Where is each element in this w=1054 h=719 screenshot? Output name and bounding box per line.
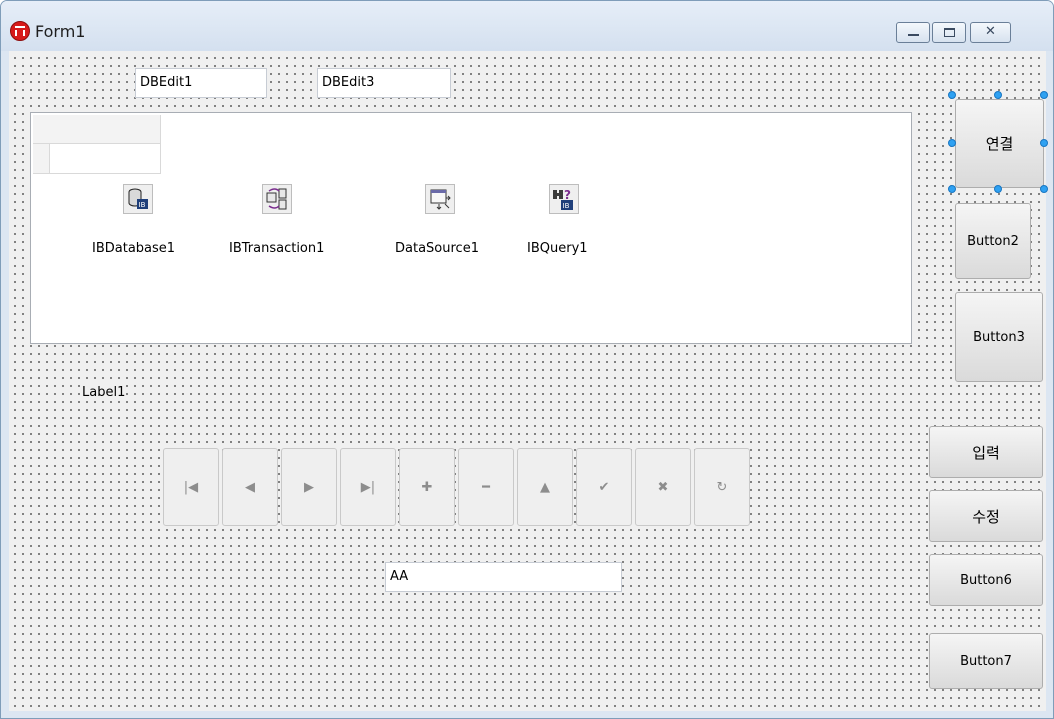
grid-indicator-column bbox=[33, 115, 50, 173]
ibdatabase1-label: IBDatabase1 bbox=[92, 241, 176, 256]
nav-edit-button[interactable]: ▲ bbox=[517, 448, 573, 526]
title-bar: Form1 bbox=[1, 1, 1053, 51]
button3[interactable]: Button3 bbox=[955, 292, 1043, 382]
label1: Label1 bbox=[81, 385, 127, 400]
nav-refresh-button[interactable]: ↻ bbox=[694, 448, 750, 526]
ibquery1-label: IBQuery1 bbox=[527, 241, 588, 256]
ibtransaction1-label: IBTransaction1 bbox=[229, 241, 325, 256]
dbedit3-field[interactable]: DBEdit3 bbox=[317, 68, 451, 98]
components-panel[interactable]: IB IBDatabase1 IBTransaction1 DataSource… bbox=[30, 112, 912, 344]
query-icon[interactable]: ? IB bbox=[549, 184, 579, 214]
selection-handle[interactable] bbox=[948, 185, 956, 193]
connect-button[interactable]: 연결 bbox=[955, 99, 1044, 188]
dbedit1-field[interactable]: DBEdit1 bbox=[135, 68, 267, 98]
button6[interactable]: Button6 bbox=[929, 554, 1043, 606]
window-title: Form1 bbox=[35, 22, 86, 41]
nav-first-button[interactable]: |◀ bbox=[163, 448, 219, 526]
dbgrid[interactable] bbox=[33, 115, 161, 174]
nav-prior-button[interactable]: ◀ bbox=[222, 448, 278, 526]
nav-insert-button[interactable]: ✚ bbox=[399, 448, 455, 526]
form1-window: Form1 DBEdit1 DBEdit3 IB IBDatabase1 bbox=[0, 0, 1054, 719]
selection-handle[interactable] bbox=[948, 139, 956, 147]
aa-field[interactable]: AA bbox=[385, 562, 622, 592]
modify-button[interactable]: 수정 bbox=[929, 490, 1043, 542]
db-navigator[interactable]: |◀ ◀ ▶ ▶| ✚ ━ ▲ ✔ ✖ ↻ bbox=[163, 448, 751, 526]
selection-handle[interactable] bbox=[1040, 91, 1048, 99]
selection-handle[interactable] bbox=[1040, 185, 1048, 193]
nav-next-button[interactable]: ▶ bbox=[281, 448, 337, 526]
nav-post-button[interactable]: ✔ bbox=[576, 448, 632, 526]
selection-handle[interactable] bbox=[1040, 139, 1048, 147]
svg-text:IB: IB bbox=[139, 201, 146, 209]
datasource1-label: DataSource1 bbox=[395, 241, 479, 256]
selection-handle[interactable] bbox=[994, 185, 1002, 193]
nav-delete-button[interactable]: ━ bbox=[458, 448, 514, 526]
input-button[interactable]: 입력 bbox=[929, 426, 1043, 478]
maximize-button[interactable] bbox=[932, 22, 966, 43]
svg-text:?: ? bbox=[564, 188, 571, 202]
button7[interactable]: Button7 bbox=[929, 633, 1043, 689]
nav-cancel-button[interactable]: ✖ bbox=[635, 448, 691, 526]
nav-last-button[interactable]: ▶| bbox=[340, 448, 396, 526]
minimize-button[interactable] bbox=[896, 22, 930, 43]
grid-divider bbox=[33, 143, 49, 144]
transaction-icon[interactable] bbox=[262, 184, 292, 214]
svg-text:IB: IB bbox=[563, 202, 570, 210]
selection-handle[interactable] bbox=[948, 91, 956, 99]
app-icon bbox=[10, 21, 30, 41]
datasource-icon[interactable] bbox=[425, 184, 455, 214]
grid-header-row bbox=[49, 115, 160, 144]
selection-handle[interactable] bbox=[994, 91, 1002, 99]
form-design-surface[interactable]: DBEdit1 DBEdit3 IB IBDatabase1 IBTransac… bbox=[9, 51, 1048, 711]
button2[interactable]: Button2 bbox=[955, 203, 1031, 279]
database-icon[interactable]: IB bbox=[123, 184, 153, 214]
close-button[interactable] bbox=[970, 22, 1011, 43]
